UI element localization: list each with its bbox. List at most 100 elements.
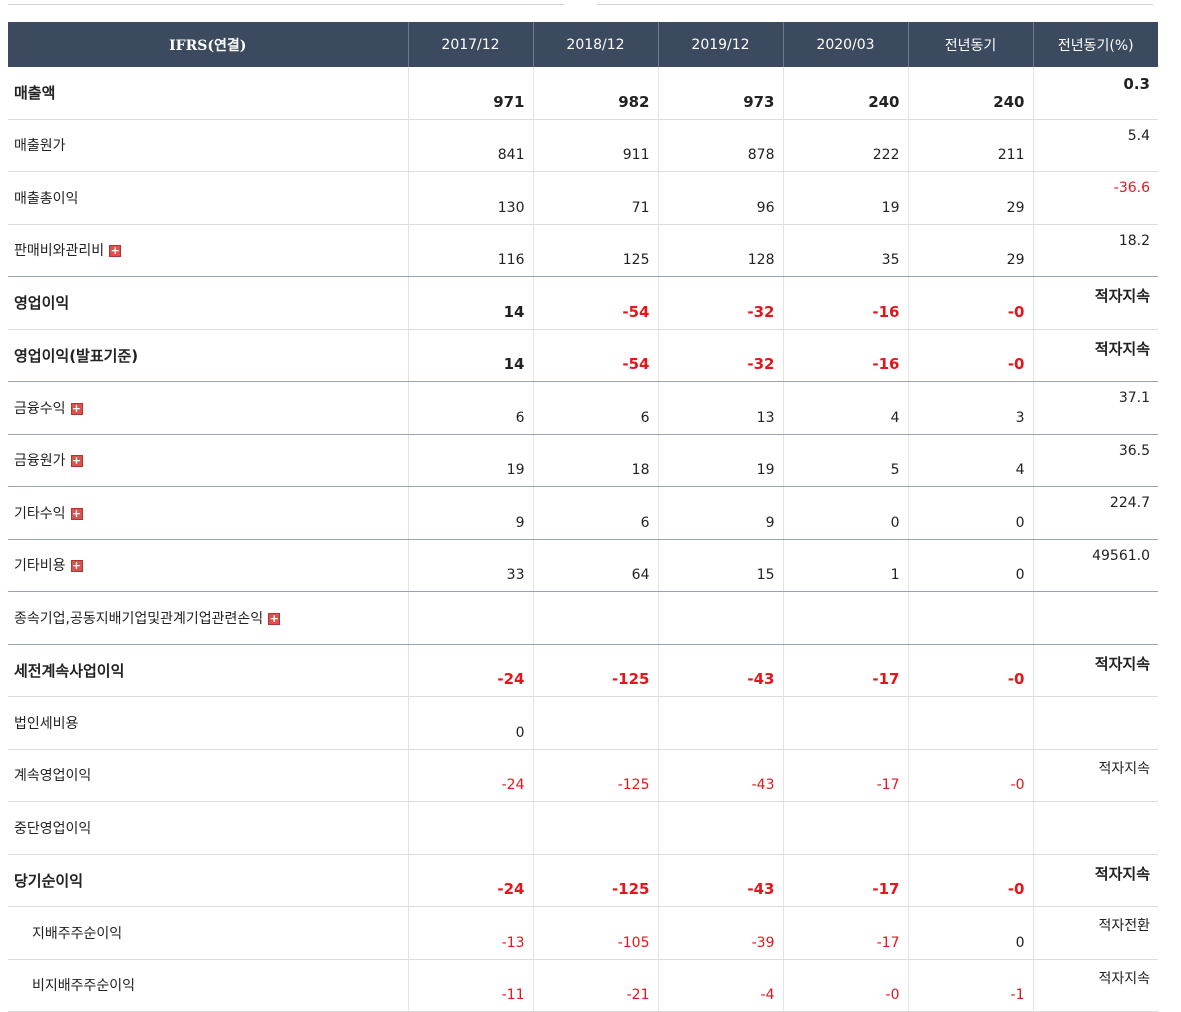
row-label-cell[interactable]: 판매비와관리비 + — [8, 224, 409, 277]
value-cell — [658, 801, 784, 855]
table-row: 영업이익(발표기준) 14 -54 -32 -16 -0 적자지속 — [8, 329, 1158, 382]
header-accounting-standard: IFRS(연결) — [8, 22, 409, 67]
value-cell: -16 — [783, 276, 909, 330]
expand-plus-glyph: + — [71, 559, 82, 573]
value-cell: 19 — [658, 434, 784, 487]
value-cell: 240 — [908, 67, 1034, 120]
income-statement-table: IFRS(연결) 2017/12 2018/12 2019/12 2020/03… — [8, 22, 1158, 1012]
table-body: 매출액 971 982 973 240 240 0.3 매출원가 841 911 878 222 211… — [8, 67, 1158, 1012]
value-cell: 841 — [408, 119, 534, 172]
value-cell: 96 — [658, 171, 784, 225]
value-cell — [783, 696, 909, 750]
expand-plus-glyph: + — [71, 506, 82, 520]
value-cell: -24 — [408, 749, 534, 802]
value-cell: 6 — [533, 381, 659, 435]
change-pct-cell: 0.3 — [1033, 67, 1158, 120]
row-label-cell: 매출원가 — [8, 119, 409, 172]
expand-plus-icon[interactable]: + — [70, 402, 83, 415]
value-cell — [533, 591, 659, 645]
value-cell: -125 — [533, 749, 659, 802]
value-cell: -125 — [533, 644, 659, 697]
expand-plus-icon[interactable]: + — [268, 612, 281, 625]
value-cell: -43 — [658, 644, 784, 697]
value-cell: -17 — [783, 906, 909, 960]
value-cell: 0 — [908, 539, 1034, 592]
value-cell: -4 — [658, 959, 784, 1012]
table-row: 매출액 971 982 973 240 240 0.3 — [8, 67, 1158, 120]
value-cell: 116 — [408, 224, 534, 277]
table-row: 매출총이익 130 71 96 19 29 -36.6 — [8, 171, 1158, 225]
value-cell: -11 — [408, 959, 534, 1012]
table-row: 금융원가 +19 18 19 5 4 36.5 — [8, 434, 1158, 487]
row-label-cell: 매출액 — [8, 67, 409, 120]
value-cell: 9 — [658, 486, 784, 540]
change-pct-cell: 적자지속 — [1033, 749, 1158, 802]
expand-plus-glyph: + — [110, 244, 120, 258]
value-cell: -105 — [533, 906, 659, 960]
value-cell: -0 — [908, 329, 1034, 382]
value-cell: 1 — [783, 539, 909, 592]
value-cell: 64 — [533, 539, 659, 592]
divider-left — [8, 4, 564, 5]
table-row: 지배주주순이익 -13 -105 -39 -17 0 적자전환 — [8, 906, 1158, 960]
row-label-cell[interactable]: 기타수익 + — [8, 486, 409, 540]
value-cell: 971 — [408, 67, 534, 120]
value-cell: 3 — [908, 381, 1034, 435]
table-row: 계속영업이익 -24 -125 -43 -17 -0 적자지속 — [8, 749, 1158, 802]
row-label-cell: 세전계속사업이익 — [8, 644, 409, 697]
table-row: 금융수익 +6 6 13 4 3 37.1 — [8, 381, 1158, 435]
row-label: 세전계속사업이익 — [14, 661, 125, 680]
row-label: 기타수익 — [14, 505, 66, 522]
expand-plus-icon[interactable]: + — [109, 244, 122, 258]
value-cell: -43 — [658, 749, 784, 802]
row-label: 법인세비용 — [14, 715, 79, 732]
value-cell: 15 — [658, 539, 784, 592]
value-cell: -54 — [533, 329, 659, 382]
value-cell: 0 — [908, 486, 1034, 540]
value-cell: 29 — [908, 171, 1034, 225]
table-row: 매출원가 841 911 878 222 211 5.4 — [8, 119, 1158, 172]
expand-plus-icon[interactable]: + — [70, 559, 83, 573]
change-pct-cell — [1033, 801, 1158, 855]
value-cell: 982 — [533, 67, 659, 120]
row-label-cell[interactable]: 금융수익 + — [8, 381, 409, 435]
table-row: 기타비용 +33 64 15 1 0 49561.0 — [8, 539, 1158, 592]
change-pct-cell — [1033, 591, 1158, 645]
value-cell: 0 — [783, 486, 909, 540]
value-cell: -13 — [408, 906, 534, 960]
value-cell: 14 — [408, 329, 534, 382]
row-label: 판매비와관리비 — [14, 243, 105, 260]
value-cell — [533, 801, 659, 855]
row-label-cell: 지배주주순이익 — [8, 906, 409, 960]
value-cell: 4 — [783, 381, 909, 435]
expand-plus-icon[interactable]: + — [70, 506, 83, 520]
row-label-cell[interactable]: 종속기업,공동지배기업및관계기업관련손익 + — [8, 591, 409, 645]
value-cell: 14 — [408, 276, 534, 330]
row-label: 기타비용 — [14, 558, 66, 575]
value-cell: 35 — [783, 224, 909, 277]
row-label-cell[interactable]: 금융원가 + — [8, 434, 409, 487]
change-pct-cell: 적자지속 — [1033, 959, 1158, 1012]
row-label: 중단영업이익 — [14, 820, 92, 837]
row-label-cell[interactable]: 기타비용 + — [8, 539, 409, 592]
value-cell: 240 — [783, 67, 909, 120]
change-pct-cell: 적자지속 — [1033, 329, 1158, 382]
value-cell: 4 — [908, 434, 1034, 487]
table-row: 법인세비용 0 — [8, 696, 1158, 750]
row-label-cell: 영업이익 — [8, 276, 409, 330]
value-cell: -39 — [658, 906, 784, 960]
value-cell: 128 — [658, 224, 784, 277]
row-label-cell: 비지배주주순이익 — [8, 959, 409, 1012]
value-cell: -1 — [908, 959, 1034, 1012]
expand-plus-icon[interactable]: + — [70, 455, 83, 468]
change-pct-cell: 36.5 — [1033, 434, 1158, 487]
value-cell — [783, 801, 909, 855]
row-label: 영업이익(발표기준) — [14, 346, 139, 365]
header-period-2020-03: 2020/03 — [783, 22, 909, 67]
row-label: 종속기업,공동지배기업및관계기업관련손익 — [14, 610, 264, 627]
value-cell: 29 — [908, 224, 1034, 277]
value-cell: 9 — [408, 486, 534, 540]
value-cell: -125 — [533, 854, 659, 907]
header-period-2019-12: 2019/12 — [658, 22, 784, 67]
value-cell: -16 — [783, 329, 909, 382]
